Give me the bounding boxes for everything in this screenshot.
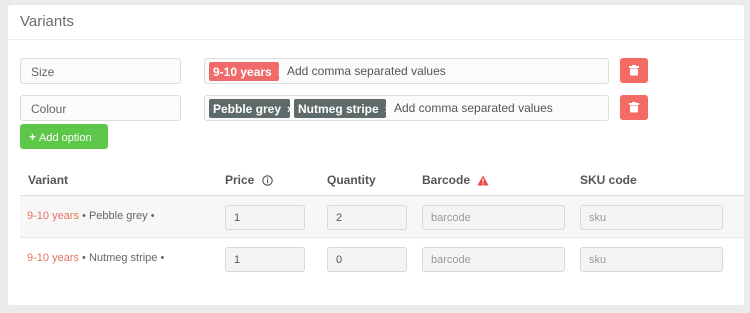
header-barcode: Barcode [422,173,489,187]
values-placeholder: Add comma separated values [287,64,446,78]
quantity-input[interactable]: 2 [327,205,407,230]
price-input[interactable]: 1 [225,247,305,272]
close-icon[interactable]: × [278,67,284,79]
add-option-label: Add option [39,132,92,144]
variant-rest: • Nutmeg stripe • [78,252,165,264]
sku-input[interactable]: sku [580,205,723,230]
sku-input[interactable]: sku [580,247,723,272]
close-icon[interactable]: × [385,104,391,116]
option-name-colour[interactable]: Colour [20,95,181,121]
barcode-input[interactable]: barcode [422,247,565,272]
table-row: 9-10 years • Nutmeg stripe • 1 0 barcode… [20,238,744,279]
header-sku: SKU code [580,173,637,187]
header-quantity: Quantity [327,173,376,187]
variant-size: 9-10 years [27,252,79,264]
tag-nutmeg-stripe: Nutmeg stripe × [294,99,391,118]
delete-option-colour-button[interactable] [620,95,648,120]
delete-option-size-button[interactable] [620,58,648,83]
variant-name: 9-10 years • Nutmeg stripe • [27,252,164,264]
header-price-label: Price [225,173,255,187]
header-barcode-label: Barcode [422,173,471,187]
option-name-size[interactable]: Size [20,58,181,84]
trash-icon [629,102,639,113]
table-row: 9-10 years • Pebble grey • 1 2 barcode s… [20,196,744,237]
info-circle-icon[interactable] [261,175,273,186]
option-values-input-size[interactable]: 9-10 years × Add comma separated values [204,58,609,84]
barcode-input[interactable]: barcode [422,205,565,230]
plus-icon: + [29,130,37,144]
variant-size: 9-10 years [27,210,79,222]
quantity-input[interactable]: 0 [327,247,407,272]
warning-triangle-icon[interactable] [477,175,489,186]
card-header: Variants [8,5,744,40]
tag-label: Nutmeg stripe [298,102,379,116]
header-price: Price [225,173,273,187]
variant-rest: • Pebble grey • [78,210,155,222]
variant-name: 9-10 years • Pebble grey • [27,210,155,222]
tag-label: Pebble grey [213,102,282,116]
price-input[interactable]: 1 [225,205,305,230]
tag-label: 9-10 years [213,65,272,79]
close-icon[interactable]: × [287,104,293,116]
tag-pebble-grey: Pebble grey × [209,99,293,118]
values-placeholder: Add comma separated values [394,101,553,115]
tag-9-10-years: 9-10 years × [209,62,284,81]
header-variant: Variant [28,173,69,187]
add-option-button[interactable]: + Add option [20,124,108,149]
option-values-input-colour[interactable]: Pebble grey × Nutmeg stripe × Add comma se… [204,95,609,121]
variants-card: Variants Size 9-10 years × Add comma sepa… [8,5,744,305]
trash-icon [629,65,639,76]
card-title: Variants [20,13,74,30]
